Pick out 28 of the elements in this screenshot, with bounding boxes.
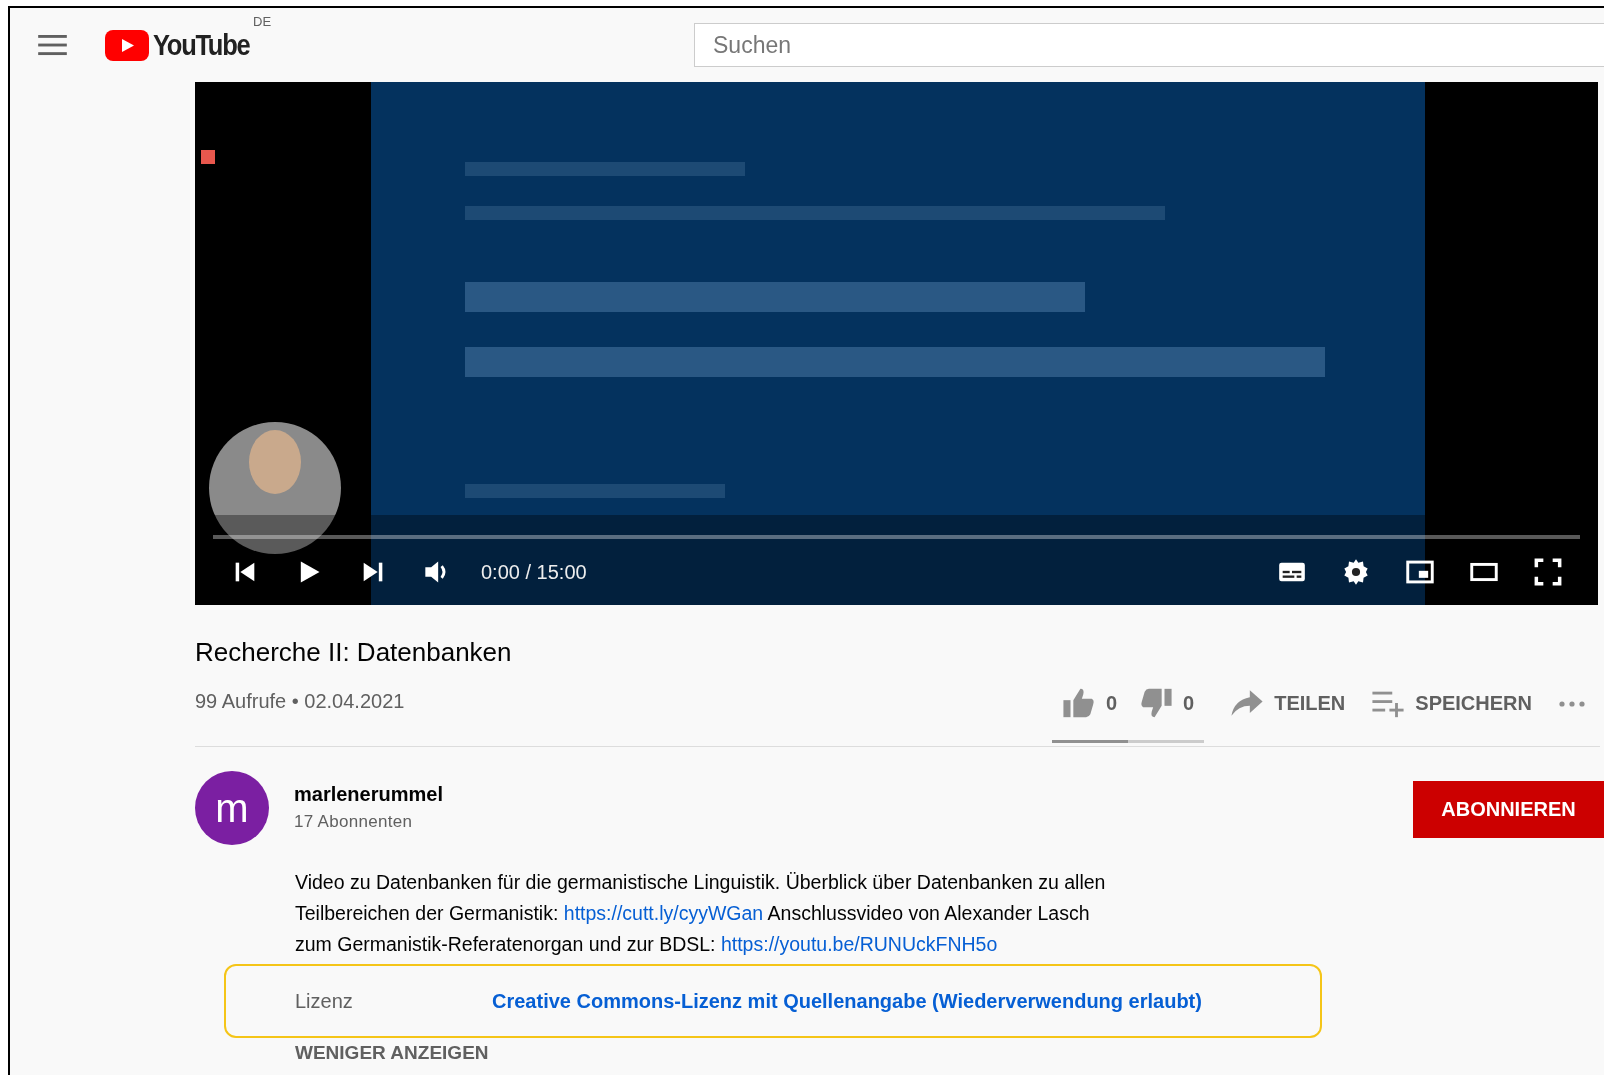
show-less-button[interactable]: WENIGER ANZEIGEN [295,1042,489,1064]
video-description: Video zu Datenbanken für die germanistische Linguistik. Überblick über Datenbanken zu allen Teilbereichen der Germanistik: https://cutt.ly/cyyWGan Anschlussvideo von Alexander Lasch zum Germanistik-Referatenorgan und zur BDSL: https://youtu.be/RUNUckFNH5o [295,870,1107,957]
license-label: Lizenz [295,989,354,1013]
subscriber-count: 17 Abonnenten [294,812,414,832]
share-button[interactable]: TEILEN [1230,684,1346,722]
play-logo-icon [105,29,149,61]
logo-text[interactable]: YouTube [153,28,250,62]
save-button[interactable]: SPEICHERN [1371,684,1532,722]
settings-icon[interactable] [1342,558,1370,586]
thumbs-down-icon [1139,686,1174,720]
video-title: Recherche II: Datenbanken [195,637,513,668]
description-link[interactable]: https://cutt.ly/cyyWGan [563,902,764,924]
subscribe-button[interactable]: ABONNIEREN [1413,781,1604,838]
dislike-button[interactable]: 0 [1139,684,1195,722]
license-link[interactable]: Creative Commons-Lizenz mit Quellenangabe (Wiederverwendung erlaubt) [492,989,1202,1013]
region-label: DE [253,14,272,29]
description-link[interactable]: https://youtu.be/RUNUckFNH5o [720,933,998,955]
channel-name[interactable]: marlenerummel [294,783,443,806]
menu-icon[interactable] [38,34,67,56]
search-field[interactable]: Suchen [694,23,1604,67]
fullscreen-icon[interactable] [1534,558,1562,586]
time-display: 0:00 / 15:00 [481,560,587,584]
like-button[interactable]: 0 [1061,684,1118,722]
miniplayer-icon[interactable] [1406,558,1434,586]
view-count-date: 99 Aufrufe • 02.04.2021 [195,690,405,713]
channel-avatar[interactable]: m [195,771,269,845]
thumbs-up-icon [1061,686,1096,720]
more-icon[interactable] [1558,700,1586,708]
